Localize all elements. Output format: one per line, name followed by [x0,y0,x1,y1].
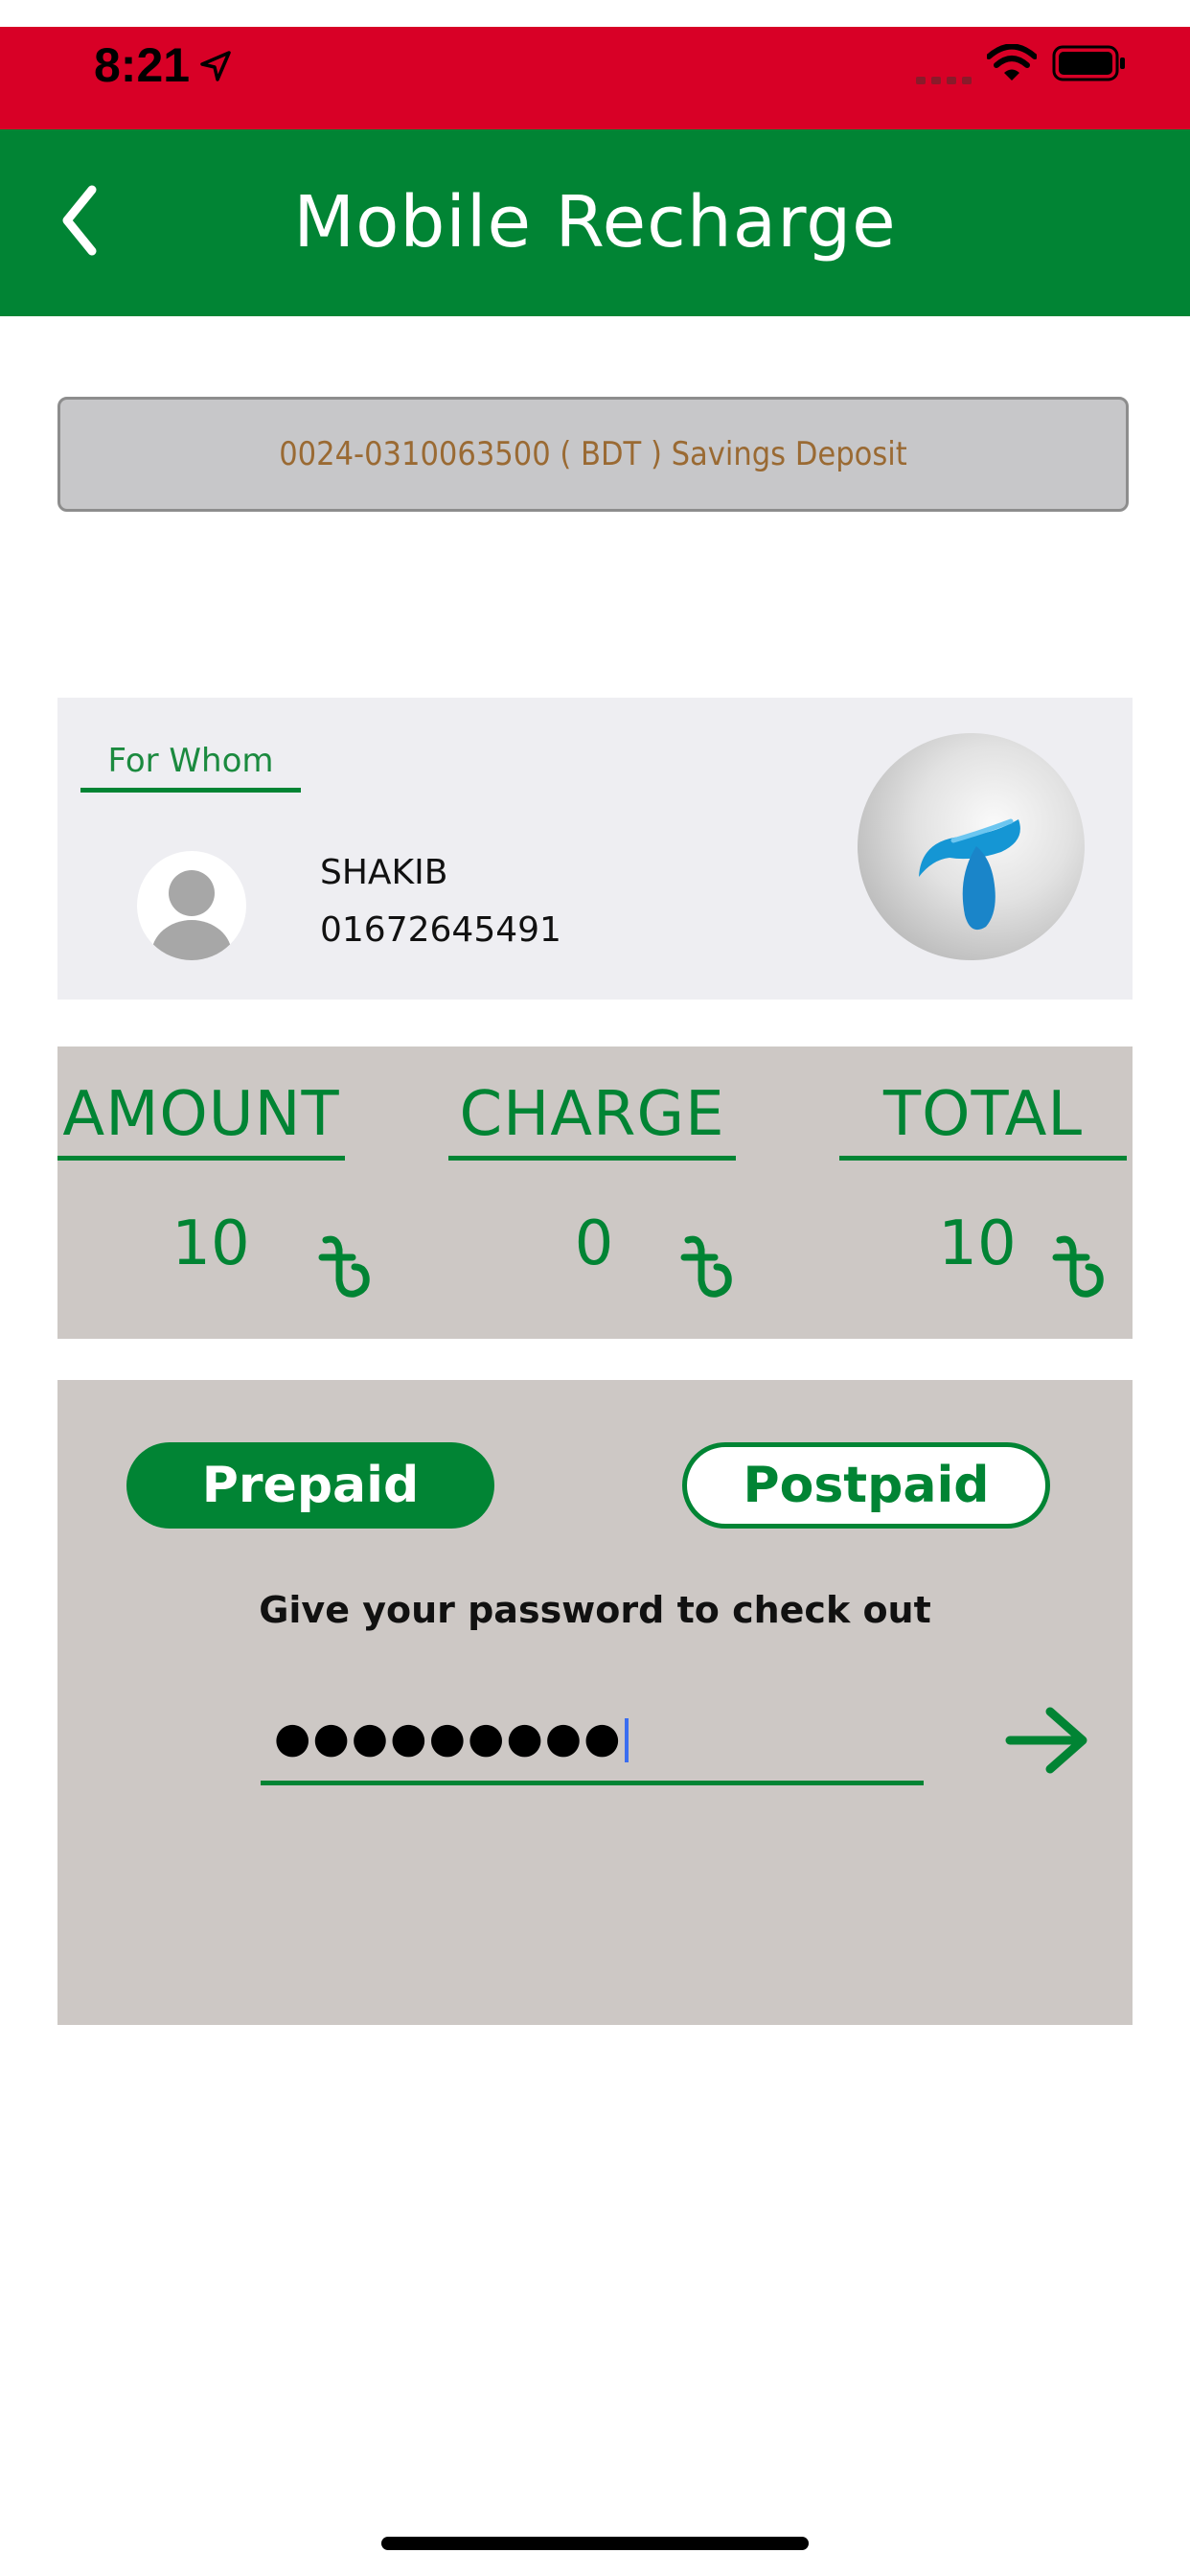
taka-icon [680,1235,732,1298]
total-value: 10 [938,1208,1017,1279]
charge-label: CHARGE [459,1079,725,1150]
battery-icon [1052,45,1125,81]
total-underline [839,1156,1127,1161]
password-masked-value: ●●●●●●●●● [274,1714,623,1762]
tab-for-whom-underline [80,788,301,793]
person-icon [151,870,232,960]
password-underline [261,1781,924,1785]
location-arrow-icon [200,51,231,81]
grameenphone-logo-icon [919,818,1020,931]
taka-icon [318,1235,370,1298]
status-bar-top-strip [0,0,1190,27]
taka-icon [1052,1235,1104,1298]
charge-underline [448,1156,736,1161]
cellular-signal-icon [916,77,972,84]
recipient-name: SHAKIB [320,853,448,892]
prepaid-button[interactable]: Prepaid [126,1442,494,1529]
tab-for-whom[interactable]: For Whom [80,730,301,792]
password-prompt: Give your password to check out [259,1589,931,1631]
recipient-phone: 01672645491 [320,910,561,950]
status-time: 8:21 [94,38,191,92]
amount-label: AMOUNT [62,1079,340,1150]
text-cursor [624,1718,629,1762]
home-indicator[interactable] [381,2537,809,2550]
account-select-value: 0024-0310063500 ( BDT ) Savings Deposit [279,435,907,473]
arrow-right-icon[interactable] [1004,1706,1090,1775]
amount-underline [57,1156,345,1161]
password-field[interactable]: ●●●●●●●●● [261,1696,924,1781]
total-label: TOTAL [882,1079,1084,1150]
operator-logo[interactable] [858,733,1085,960]
page-title: Mobile Recharge [293,181,897,264]
amount-value: 10 [172,1208,250,1279]
charge-value: 0 [574,1208,614,1279]
wifi-icon [987,44,1037,80]
avatar[interactable] [137,851,246,960]
postpaid-button[interactable]: Postpaid [682,1442,1050,1529]
